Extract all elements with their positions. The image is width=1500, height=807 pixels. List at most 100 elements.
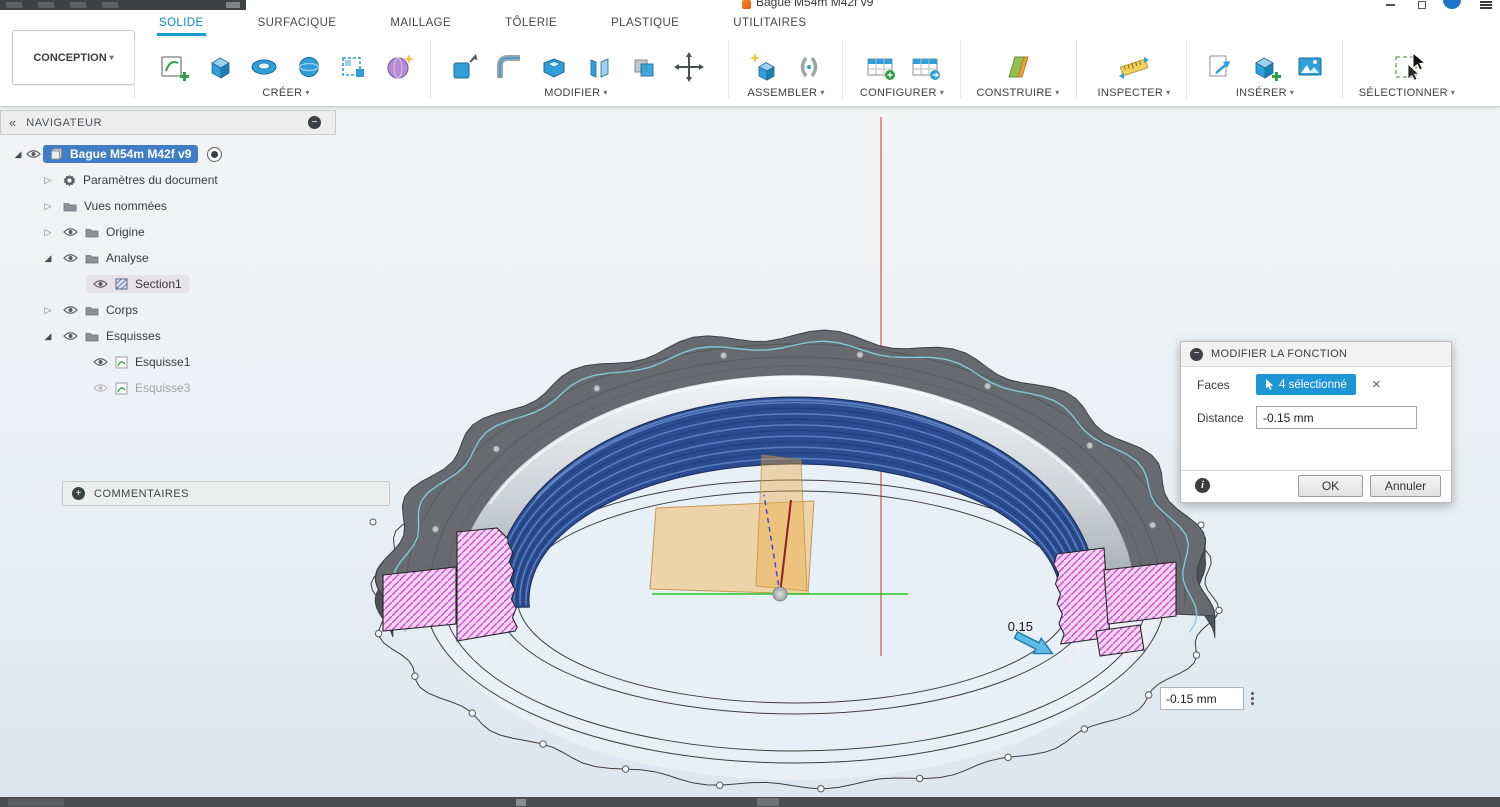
timeline-bar[interactable] bbox=[0, 797, 1500, 807]
move-icon[interactable] bbox=[671, 49, 707, 85]
clear-selection-icon[interactable] bbox=[1372, 377, 1381, 392]
minimize-panel-icon[interactable] bbox=[308, 116, 321, 129]
toolbar-group-label-inspecter[interactable]: INSPECTER bbox=[1098, 87, 1171, 102]
tree-item-origine[interactable]: Origine bbox=[0, 219, 336, 245]
quick-tool-icon[interactable] bbox=[102, 2, 118, 8]
add-comment-icon[interactable] bbox=[72, 487, 85, 500]
new-component-icon[interactable] bbox=[746, 49, 782, 85]
shell-icon[interactable] bbox=[536, 49, 572, 85]
configuration-insert-icon[interactable] bbox=[907, 49, 943, 85]
mouse-cursor-icon bbox=[1412, 52, 1427, 71]
eye-off-icon[interactable] bbox=[93, 383, 108, 393]
gear-icon bbox=[63, 174, 76, 187]
primitive-sphere-icon[interactable] bbox=[291, 49, 327, 85]
group-label-text: INSÉRER bbox=[1235, 87, 1287, 99]
configuration-table-icon[interactable] bbox=[862, 49, 898, 85]
toolbar-group-label-modifier[interactable]: MODIFIER bbox=[544, 87, 608, 102]
info-icon[interactable] bbox=[1195, 478, 1210, 493]
tree-expanded-arrow-icon[interactable] bbox=[40, 331, 56, 342]
group-label-text: MODIFIER bbox=[544, 87, 601, 99]
collapse-dialog-icon[interactable] bbox=[1190, 347, 1203, 361]
tree-collapsed-arrow-icon[interactable] bbox=[40, 175, 56, 186]
group-label-text: CRÉER bbox=[262, 87, 303, 99]
titlebar-quick-tools[interactable] bbox=[0, 0, 246, 10]
eye-icon[interactable] bbox=[63, 331, 78, 341]
navigator-header[interactable]: NAVIGATEUR bbox=[0, 110, 336, 135]
tree-item-analyse[interactable]: Analyse bbox=[0, 245, 336, 271]
faces-label: Faces bbox=[1197, 378, 1230, 392]
tree-expanded-arrow-icon[interactable] bbox=[10, 149, 26, 160]
fillet-icon[interactable] bbox=[491, 49, 527, 85]
minimize-icon[interactable] bbox=[1386, 4, 1395, 6]
quick-tool-icon[interactable] bbox=[70, 2, 86, 8]
press-pull-icon[interactable] bbox=[446, 49, 482, 85]
toolbar-group-label-creer[interactable]: CRÉER bbox=[262, 87, 309, 102]
maximize-icon[interactable] bbox=[1418, 1, 1426, 9]
ok-button[interactable]: OK bbox=[1298, 475, 1363, 497]
eye-icon[interactable] bbox=[63, 227, 78, 237]
toolbar-group-label-construire[interactable]: CONSTRUIRE bbox=[976, 87, 1059, 102]
distance-input[interactable] bbox=[1256, 406, 1417, 429]
quick-tool-icon[interactable] bbox=[38, 2, 54, 8]
comments-bar[interactable]: COMMENTAIRES bbox=[62, 481, 390, 506]
toolbar-group-label-inserer[interactable]: INSÉRER bbox=[1236, 87, 1294, 102]
tree-item-esquisse1[interactable]: Esquisse1 bbox=[0, 349, 336, 375]
tab-utilitaires[interactable]: UTILITAIRES bbox=[731, 10, 808, 36]
collapse-panel-icon[interactable] bbox=[9, 114, 16, 132]
canvas-image-icon[interactable] bbox=[1292, 49, 1328, 85]
quick-tool-icon[interactable] bbox=[6, 2, 22, 8]
tree-item-section1[interactable]: Section1 bbox=[0, 271, 336, 297]
tree-collapsed-arrow-icon[interactable] bbox=[40, 305, 56, 316]
drag-handle-icon[interactable] bbox=[1251, 692, 1254, 695]
toolbar-group-assembler: ASSEMBLER bbox=[736, 38, 836, 102]
eye-icon[interactable] bbox=[63, 253, 78, 263]
pattern-icon[interactable] bbox=[336, 49, 372, 85]
avatar[interactable] bbox=[1443, 0, 1461, 9]
tree-item-vues-nommees[interactable]: Vues nommées bbox=[0, 193, 336, 219]
revolve-icon[interactable] bbox=[246, 49, 282, 85]
tree-collapsed-arrow-icon[interactable] bbox=[40, 227, 56, 238]
tab-plastique[interactable]: PLASTIQUE bbox=[609, 10, 681, 36]
tree-expanded-arrow-icon[interactable] bbox=[40, 253, 56, 264]
conception-workspace-button[interactable]: CONCEPTION bbox=[12, 30, 135, 85]
sketch-icon bbox=[115, 356, 128, 369]
create-sketch-icon[interactable] bbox=[156, 49, 192, 85]
quick-tool-icon[interactable] bbox=[226, 2, 240, 8]
toolbar-group-label-selectionner[interactable]: SÉLECTIONNER bbox=[1359, 87, 1456, 102]
toolbar-group-label-assembler[interactable]: ASSEMBLER bbox=[747, 87, 824, 102]
combine-icon[interactable] bbox=[626, 49, 662, 85]
construction-plane-icon[interactable] bbox=[1000, 49, 1036, 85]
toolbar-group-label-configurer[interactable]: CONFIGURER bbox=[860, 87, 944, 102]
tree-item-root[interactable]: Bague M54m M42f v9 bbox=[0, 141, 336, 167]
eye-icon[interactable] bbox=[93, 357, 108, 367]
tab-solide[interactable]: SOLIDE bbox=[157, 10, 206, 36]
tab-surfacique[interactable]: SURFACIQUE bbox=[256, 10, 339, 36]
activate-component-radio[interactable] bbox=[207, 146, 223, 162]
eye-icon[interactable] bbox=[26, 149, 41, 159]
dimension-input[interactable] bbox=[1160, 687, 1244, 710]
tree-item-esquisses[interactable]: Esquisses bbox=[0, 323, 336, 349]
tree-item-parametres-document[interactable]: Paramètres du document bbox=[0, 167, 336, 193]
folder-icon bbox=[85, 305, 99, 316]
tree-item-label: Esquisse1 bbox=[135, 355, 191, 369]
tree-item-esquisse3[interactable]: Esquisse3 bbox=[0, 375, 336, 401]
menu-icon[interactable] bbox=[1480, 1, 1492, 10]
draft-icon[interactable] bbox=[581, 49, 617, 85]
extrude-icon[interactable] bbox=[201, 49, 237, 85]
joint-icon[interactable] bbox=[791, 49, 827, 85]
tab-maillage[interactable]: MAILLAGE bbox=[388, 10, 453, 36]
create-form-icon[interactable] bbox=[381, 49, 417, 85]
tree-item-label: Analyse bbox=[106, 251, 149, 265]
insert-link-icon[interactable] bbox=[1202, 49, 1238, 85]
tree-collapsed-arrow-icon[interactable] bbox=[40, 201, 56, 212]
eye-icon[interactable] bbox=[63, 305, 78, 315]
toolbar-group-construire: CONSTRUIRE bbox=[966, 38, 1070, 102]
eye-icon[interactable] bbox=[93, 279, 108, 289]
dialog-header[interactable]: MODIFIER LA FONCTION bbox=[1181, 342, 1451, 367]
tab-tolerie[interactable]: TÔLERIE bbox=[503, 10, 559, 36]
tree-item-corps[interactable]: Corps bbox=[0, 297, 336, 323]
insert-derive-icon[interactable] bbox=[1247, 49, 1283, 85]
faces-selection-chip[interactable]: 4 sélectionné bbox=[1256, 374, 1356, 395]
cancel-button[interactable]: Annuler bbox=[1370, 475, 1441, 497]
measure-icon[interactable] bbox=[1116, 49, 1152, 85]
